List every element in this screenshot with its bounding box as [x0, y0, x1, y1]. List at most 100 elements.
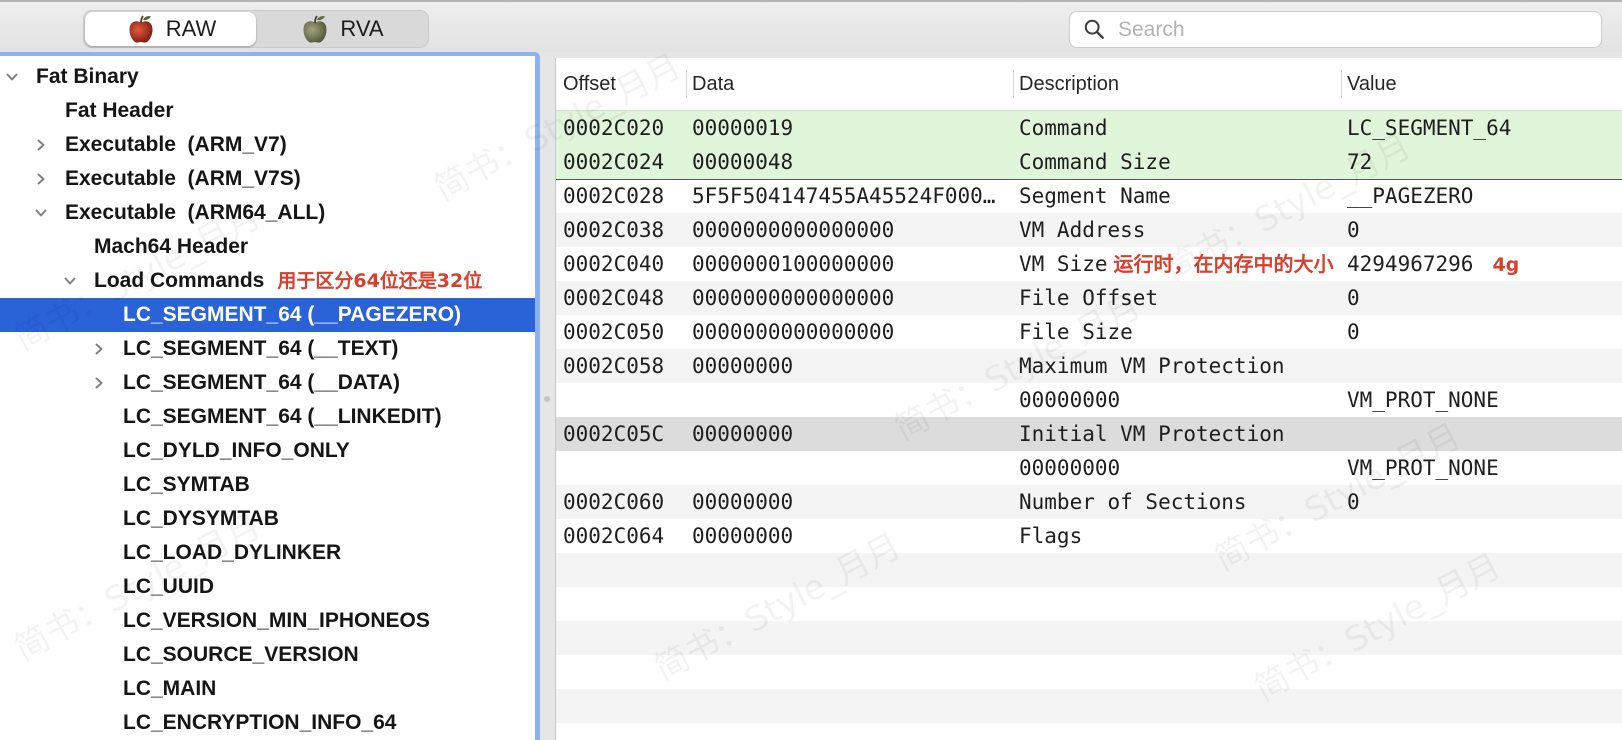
- description-text: File Offset: [1019, 286, 1159, 310]
- tree-item[interactable]: Fat Binary: [0, 60, 535, 94]
- value-cell: [1341, 349, 1622, 383]
- tree-item-label: Fat Header: [65, 99, 174, 122]
- tree-item-label: Fat Binary: [36, 65, 139, 88]
- tree-item[interactable]: LC_DYSYMTAB: [0, 502, 535, 536]
- chevron-right-icon[interactable]: [35, 139, 47, 151]
- description-text: Flags: [1019, 524, 1083, 548]
- table-row[interactable]: 0002C020 00000019 Command LC_SEGMENT_64: [556, 111, 1622, 145]
- chevron-down-icon[interactable]: [35, 207, 47, 219]
- table-row[interactable]: 0002C028 5F5F504147455A45524F000… Segment …: [556, 179, 1622, 213]
- table-row[interactable]: 0002C038 0000000000000000 VM Address 0: [556, 213, 1622, 247]
- tree-item[interactable]: Fat Header: [0, 94, 535, 128]
- value-text: __PAGEZERO: [1347, 184, 1474, 208]
- data-cell: 00000000: [686, 519, 1013, 553]
- description-cell: Segment Name: [1013, 179, 1341, 213]
- table-row[interactable]: 0002C024 00000048 Command Size 72: [556, 145, 1622, 179]
- table-row[interactable]: 00000000 VM_PROT_NONE: [556, 451, 1622, 485]
- chevron-right-icon[interactable]: [93, 343, 105, 355]
- data-cell: [686, 451, 1013, 485]
- chevron-down-icon[interactable]: [64, 275, 76, 287]
- tree-item[interactable]: LC_UUID: [0, 570, 535, 604]
- description-text: Maximum VM Protection: [1019, 354, 1285, 378]
- description-text: Command: [1019, 116, 1108, 140]
- table-row[interactable]: 0002C050 0000000000000000 File Size 0: [556, 315, 1622, 349]
- tree-item[interactable]: LC_SEGMENT_64 (__PAGEZERO): [0, 298, 535, 332]
- tree-item[interactable]: Mach64 Header: [0, 230, 535, 264]
- tree-item[interactable]: LC_LOAD_DYLINKER: [0, 536, 535, 570]
- data-cell: 00000000: [686, 349, 1013, 383]
- offset-text: 0002C05C: [563, 422, 665, 446]
- description-text: Segment Name: [1019, 184, 1171, 208]
- column-header-description[interactable]: Description: [1013, 58, 1341, 110]
- column-header-data[interactable]: Data: [686, 58, 1013, 110]
- table-row[interactable]: 0002C05C 00000000 Initial VM Protection: [556, 417, 1622, 451]
- tree-item[interactable]: LC_SEGMENT_64 (__TEXT): [0, 332, 535, 366]
- offset-text: 0002C064: [563, 524, 665, 548]
- tree-item[interactable]: Load Commands 用于区分64位还是32位: [0, 264, 535, 298]
- tree-item-label: LC_UUID: [123, 575, 215, 598]
- value-cell: 72: [1341, 145, 1622, 179]
- data-cell: 5F5F504147455A45524F000…: [686, 179, 1013, 213]
- splitter-handle[interactable]: [544, 396, 550, 402]
- table-row[interactable]: 00000000 VM_PROT_NONE: [556, 383, 1622, 417]
- chevron-right-icon[interactable]: [93, 377, 105, 389]
- value-cell: LC_SEGMENT_64: [1341, 111, 1622, 145]
- tree-item-label: LC_SOURCE_VERSION: [123, 643, 359, 666]
- chevron-right-icon[interactable]: [35, 173, 47, 185]
- tree-item[interactable]: Executable (ARM_V7S): [0, 162, 535, 196]
- tree-item[interactable]: LC_VERSION_MIN_IPHONEOS: [0, 604, 535, 638]
- description-text: 00000000: [1019, 388, 1121, 412]
- tree-item[interactable]: LC_SYMTAB: [0, 468, 535, 502]
- description-text: VM Size: [1019, 252, 1108, 276]
- value-text: LC_SEGMENT_64: [1347, 116, 1512, 140]
- description-cell: Initial VM Protection: [1013, 417, 1341, 451]
- search-input[interactable]: [1118, 13, 1588, 46]
- tree-item[interactable]: LC_SOURCE_VERSION: [0, 638, 535, 672]
- data-cell: 00000019: [686, 111, 1013, 145]
- tree-item-label: Mach64 Header: [94, 235, 249, 258]
- table-row[interactable]: 0002C064 00000000 Flags: [556, 519, 1622, 553]
- data-text: 00000000: [692, 354, 794, 378]
- search-field[interactable]: [1069, 11, 1602, 48]
- column-header-value[interactable]: Value: [1341, 58, 1622, 110]
- value-cell: __PAGEZERO: [1341, 179, 1622, 213]
- tree-item[interactable]: LC_SEGMENT_64 (__DATA): [0, 366, 535, 400]
- data-cell: 0000000000000000: [686, 213, 1013, 247]
- tree-item[interactable]: LC_DYLD_INFO_ONLY: [0, 434, 535, 468]
- value-cell: 0: [1341, 281, 1622, 315]
- offset-cell: [556, 383, 686, 417]
- value-text: 0: [1347, 320, 1360, 344]
- chevron-down-icon[interactable]: [6, 71, 18, 83]
- table-row[interactable]: 0002C040 0000000100000000 VM Size 运行时，在内存中的…: [556, 247, 1622, 281]
- tree-item-label: LC_SEGMENT_64 (__PAGEZERO): [123, 303, 462, 326]
- tree-item[interactable]: LC_MAIN: [0, 672, 535, 706]
- table-row[interactable]: 0002C060 00000000 Number of Sections 0: [556, 485, 1622, 519]
- value-cell: 4294967296 4g: [1341, 247, 1622, 282]
- data-cell: 0000000000000000: [686, 281, 1013, 315]
- offset-text: 0002C058: [563, 354, 665, 378]
- tree-item[interactable]: LC_ENCRYPTION_INFO_64: [0, 706, 535, 740]
- data-cell: [686, 383, 1013, 417]
- description-cell: 00000000: [1013, 451, 1341, 485]
- rva-mode-button[interactable]: RVA: [256, 12, 427, 46]
- offset-text: 0002C020: [563, 116, 665, 140]
- description-cell: Command: [1013, 111, 1341, 145]
- offset-text: 0002C040: [563, 252, 665, 276]
- raw-mode-button[interactable]: RAW: [85, 12, 256, 46]
- tree-item[interactable]: Executable (ARM_V7): [0, 128, 535, 162]
- table-row[interactable]: 0002C058 00000000 Maximum VM Protection: [556, 349, 1622, 383]
- offset-text: 0002C038: [563, 218, 665, 242]
- tree-item[interactable]: Executable (ARM64_ALL): [0, 196, 535, 230]
- offset-text: 0002C048: [563, 286, 665, 310]
- value-text: 4294967296: [1347, 252, 1474, 276]
- value-cell: VM_PROT_NONE: [1341, 451, 1622, 485]
- tree-item[interactable]: LC_SEGMENT_64 (__LINKEDIT): [0, 400, 535, 434]
- structure-outline[interactable]: Fat Binary Fat Header Executable (ARM_V7) E…: [0, 52, 540, 740]
- offset-cell: 0002C020: [556, 111, 686, 145]
- data-text: 0000000000000000: [692, 320, 895, 344]
- table-row[interactable]: 0002C048 0000000000000000 File Offset 0: [556, 281, 1622, 315]
- value-cell: 0: [1341, 315, 1622, 349]
- tree-item-label: LC_ENCRYPTION_INFO_64: [123, 711, 397, 734]
- description-cell: Maximum VM Protection: [1013, 349, 1341, 383]
- column-header-offset[interactable]: Offset: [556, 58, 686, 110]
